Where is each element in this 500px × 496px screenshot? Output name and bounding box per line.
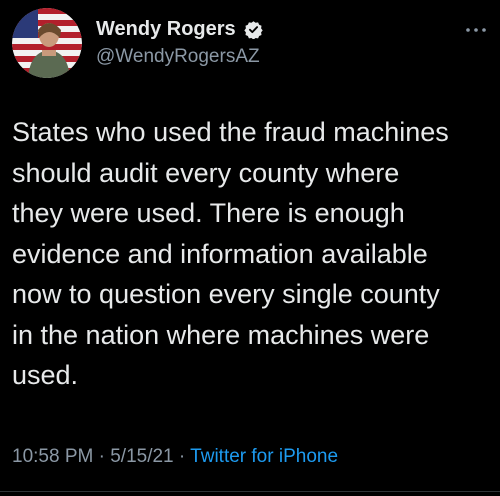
tweet-source-link[interactable]: Twitter for iPhone <box>190 446 338 467</box>
tweet-text-line: evidence and information available <box>12 238 428 269</box>
author-handle[interactable]: @WendyRogersAZ <box>96 46 263 68</box>
meta-separator: · <box>93 446 111 467</box>
more-options-icon[interactable] <box>464 22 488 32</box>
tweet-text-line: now to question every single county <box>12 279 440 309</box>
tweet-text-line: in the nation where machines were <box>12 319 430 350</box>
tweet-text: States who used the fraud machines shoul… <box>12 112 488 396</box>
avatar[interactable] <box>12 8 82 78</box>
profile-photo-icon <box>12 8 82 78</box>
tweet-text-line: should audit every county where <box>12 157 400 188</box>
tweet-time[interactable]: 10:58 PM <box>12 446 93 467</box>
meta-separator: · <box>173 446 191 467</box>
verified-badge-icon <box>244 20 263 40</box>
tweet-date[interactable]: 5/15/21 <box>110 446 173 467</box>
author-display-name[interactable]: Wendy Rogers <box>96 18 236 41</box>
tweet-text-line: States who used the fraud machines <box>12 117 449 147</box>
divider <box>0 491 500 492</box>
tweet-text-line: used. <box>12 360 79 390</box>
tweet-header: Wendy Rogers @WendyRogersAZ <box>12 8 488 78</box>
author-names: Wendy Rogers @WendyRogersAZ <box>96 18 263 68</box>
tweet-text-line: they were used. There is enough <box>12 198 405 228</box>
tweet-meta: 10:58 PM · 5/15/21 · Twitter for iPhone <box>12 446 338 468</box>
